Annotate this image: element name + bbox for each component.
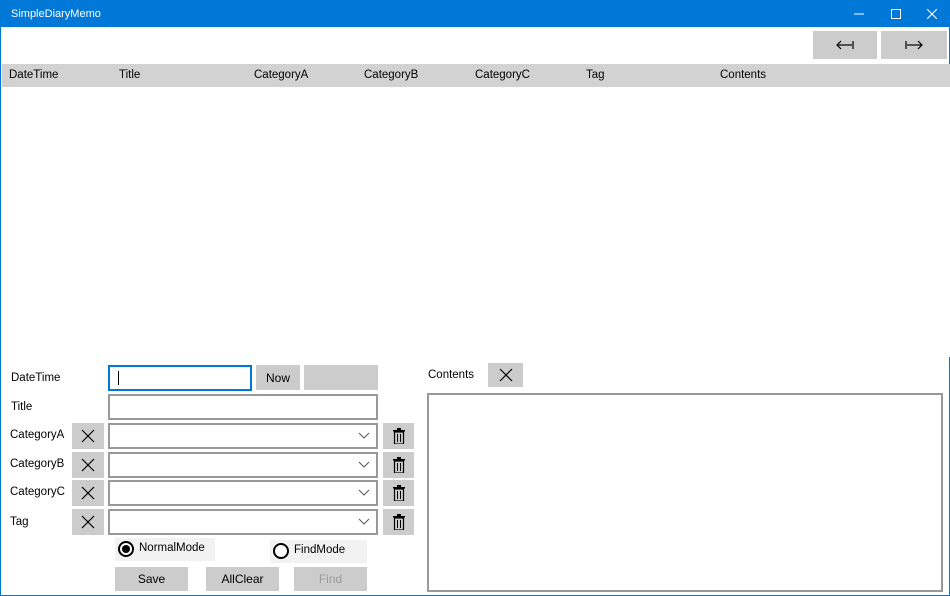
- categoryc-combobox[interactable]: [108, 480, 378, 506]
- arrow-right-bar-icon: [905, 40, 923, 50]
- trash-icon: [392, 428, 405, 444]
- clear-categorya-button[interactable]: [72, 423, 104, 449]
- find-mode-radio[interactable]: FindMode: [270, 540, 367, 563]
- column-header-categoryc[interactable]: CategoryC: [475, 69, 530, 81]
- close-icon: [499, 368, 512, 382]
- categorya-combobox[interactable]: [108, 423, 378, 449]
- column-header-categoryb[interactable]: CategoryB: [364, 69, 418, 81]
- find-button[interactable]: Find: [294, 567, 367, 591]
- clear-contents-button[interactable]: [488, 363, 523, 387]
- next-button[interactable]: [881, 31, 947, 59]
- close-button[interactable]: [914, 1, 950, 27]
- datetime-label: DateTime: [11, 372, 61, 384]
- delete-categoryb-button[interactable]: [383, 452, 414, 478]
- trash-icon: [392, 514, 405, 530]
- maximize-icon: [891, 9, 901, 19]
- arrow-left-bar-icon: [836, 40, 854, 50]
- trash-icon: [392, 485, 405, 501]
- find-mode-label: FindMode: [294, 544, 346, 556]
- title-label: Title: [11, 401, 33, 413]
- blank-button[interactable]: [304, 365, 378, 390]
- column-header-tag[interactable]: Tag: [586, 69, 605, 81]
- normal-mode-label: NormalMode: [139, 542, 205, 554]
- delete-tag-button[interactable]: [383, 509, 414, 535]
- chevron-down-icon: [358, 489, 370, 496]
- title-bar: SimpleDiaryMemo: [1, 1, 950, 27]
- maximize-button[interactable]: [878, 1, 914, 27]
- clear-categoryb-button[interactable]: [72, 452, 104, 478]
- close-icon: [81, 429, 95, 443]
- column-header-categorya[interactable]: CategoryA: [254, 69, 308, 81]
- tag-label: Tag: [10, 516, 29, 528]
- contents-label: Contents: [428, 369, 475, 381]
- contents-textarea[interactable]: [427, 393, 943, 592]
- radio-unselected-icon: [273, 543, 289, 559]
- column-header-contents[interactable]: Contents: [720, 69, 766, 81]
- categorya-label: CategoryA: [10, 429, 65, 441]
- delete-categoryc-button[interactable]: [383, 480, 414, 506]
- previous-button[interactable]: [813, 31, 877, 59]
- clear-categoryc-button[interactable]: [72, 480, 104, 506]
- allclear-button[interactable]: AllClear: [206, 567, 279, 591]
- delete-categorya-button[interactable]: [383, 423, 414, 449]
- window-title: SimpleDiaryMemo: [11, 8, 101, 20]
- column-header-datetime[interactable]: DateTime: [9, 69, 58, 81]
- title-input[interactable]: [108, 394, 378, 420]
- minimize-button[interactable]: [841, 1, 877, 27]
- categoryc-label: CategoryC: [10, 486, 65, 498]
- tag-combobox[interactable]: [108, 509, 378, 535]
- categoryb-combobox[interactable]: [108, 452, 378, 478]
- text-caret: [118, 371, 119, 385]
- memo-list[interactable]: [2, 87, 950, 357]
- column-header-title[interactable]: Title: [119, 69, 140, 81]
- save-button[interactable]: Save: [115, 567, 188, 591]
- close-icon: [81, 458, 95, 472]
- datetime-input[interactable]: [108, 365, 252, 391]
- close-icon: [927, 9, 937, 19]
- now-button[interactable]: Now: [256, 365, 300, 390]
- close-icon: [81, 486, 95, 500]
- app-window: SimpleDiaryMemo DateTime Title CategoryA…: [0, 0, 950, 596]
- trash-icon: [392, 457, 405, 473]
- chevron-down-icon: [358, 461, 370, 468]
- clear-tag-button[interactable]: [72, 509, 104, 535]
- close-icon: [81, 515, 95, 529]
- minimize-icon: [854, 13, 864, 15]
- normal-mode-radio[interactable]: NormalMode: [115, 538, 215, 561]
- chevron-down-icon: [358, 518, 370, 525]
- categoryb-label: CategoryB: [10, 458, 65, 470]
- grid-header: DateTime Title CategoryA CategoryB Categ…: [2, 64, 950, 87]
- radio-selected-icon: [118, 541, 134, 557]
- chevron-down-icon: [358, 432, 370, 439]
